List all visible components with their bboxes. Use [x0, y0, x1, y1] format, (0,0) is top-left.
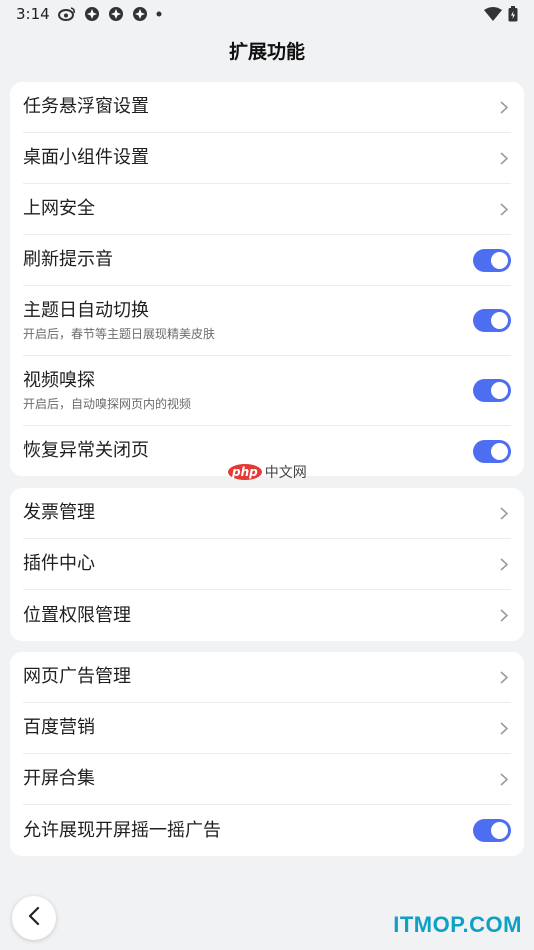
item-label: 恢复异常关闭页 — [23, 440, 149, 461]
settings-item-invoice[interactable]: 发票管理 — [23, 488, 511, 539]
item-label: 网页广告管理 — [23, 666, 131, 687]
toggle-knob — [491, 312, 508, 329]
item-label: 开屏合集 — [23, 768, 95, 789]
settings-item-float-window[interactable]: 任务悬浮窗设置 — [23, 82, 511, 133]
item-label: 发票管理 — [23, 502, 95, 523]
item-label: 允许展现开屏摇一摇广告 — [23, 819, 221, 841]
chevron-right-icon — [497, 100, 511, 114]
status-left: 3:14 — [16, 5, 162, 23]
chevron-left-icon — [28, 906, 40, 929]
brand-watermark: ITMOP.COM — [393, 912, 522, 937]
item-label: 任务悬浮窗设置 — [23, 96, 149, 117]
settings-item-desktop-widget[interactable]: 桌面小组件设置 — [23, 133, 511, 184]
settings-group-3: 网页广告管理 百度营销 开屏合集 允许展现开屏摇一摇广告 — [10, 652, 524, 856]
chevron-right-icon — [497, 772, 511, 786]
php-logo: php — [228, 464, 262, 480]
chevron-right-icon — [497, 202, 511, 216]
chevron-right-icon — [497, 609, 511, 623]
settings-group-2: 发票管理 插件中心 位置权限管理 — [10, 488, 524, 641]
chevron-right-icon — [497, 151, 511, 165]
watermark-text: 中文网 — [264, 465, 307, 481]
battery-icon — [508, 6, 518, 22]
app-icon — [108, 6, 124, 22]
item-label: 百度营销 — [23, 717, 95, 738]
theme-day-toggle[interactable] — [473, 309, 511, 332]
chevron-right-icon — [497, 721, 511, 735]
status-time: 3:14 — [16, 5, 50, 23]
app-icon — [84, 6, 100, 22]
shake-ads-toggle[interactable] — [473, 819, 511, 842]
restore-pages-toggle[interactable] — [473, 439, 511, 463]
refresh-sound-toggle[interactable] — [473, 248, 511, 272]
settings-item-ad-management[interactable]: 网页广告管理 — [23, 652, 511, 703]
toggle-knob — [491, 442, 508, 460]
item-label: 位置权限管理 — [23, 604, 131, 626]
weibo-icon — [57, 7, 76, 21]
watermark: php 中文网 — [228, 462, 307, 482]
back-button[interactable] — [12, 896, 56, 940]
video-sniff-toggle[interactable] — [473, 379, 511, 402]
toggle-knob — [491, 382, 508, 399]
toggle-knob — [491, 822, 508, 839]
settings-item-splash-collection[interactable]: 开屏合集 — [23, 754, 511, 805]
item-label: 插件中心 — [23, 553, 95, 574]
settings-item-location-permission[interactable]: 位置权限管理 — [23, 590, 511, 641]
settings-item-web-security[interactable]: 上网安全 — [23, 184, 511, 235]
item-label: 刷新提示音 — [23, 249, 113, 270]
settings-item-baidu-marketing[interactable]: 百度营销 — [23, 703, 511, 754]
dot-icon — [156, 11, 162, 17]
settings-item-refresh-sound: 刷新提示音 — [23, 235, 511, 286]
status-right — [484, 6, 518, 22]
app-icon — [132, 6, 148, 22]
item-description: 开启后，自动嗅探网页内的视频 — [23, 396, 192, 411]
item-label: 桌面小组件设置 — [23, 147, 149, 168]
settings-item-shake-ads: 允许展现开屏摇一摇广告 — [23, 805, 511, 856]
item-label: 主题日自动切换 — [23, 299, 149, 321]
settings-item-theme-day: 主题日自动切换 开启后，春节等主题日展现精美皮肤 — [23, 286, 511, 356]
item-description: 开启后，春节等主题日展现精美皮肤 — [23, 326, 216, 341]
item-label: 视频嗅探 — [23, 369, 95, 391]
chevron-right-icon — [497, 670, 511, 684]
item-label: 上网安全 — [23, 198, 95, 219]
settings-item-video-sniff: 视频嗅探 开启后，自动嗅探网页内的视频 — [23, 356, 511, 426]
wifi-icon — [484, 7, 502, 21]
settings-group-1: 任务悬浮窗设置 桌面小组件设置 上网安全 刷新提示音 主题日自动切换 开启后，春… — [10, 82, 524, 476]
chevron-right-icon — [497, 506, 511, 520]
status-bar: 3:14 — [0, 0, 534, 28]
settings-item-plugin-center[interactable]: 插件中心 — [23, 539, 511, 590]
chevron-right-icon — [497, 557, 511, 571]
toggle-knob — [491, 251, 508, 269]
page-title: 扩展功能 — [228, 40, 305, 63]
